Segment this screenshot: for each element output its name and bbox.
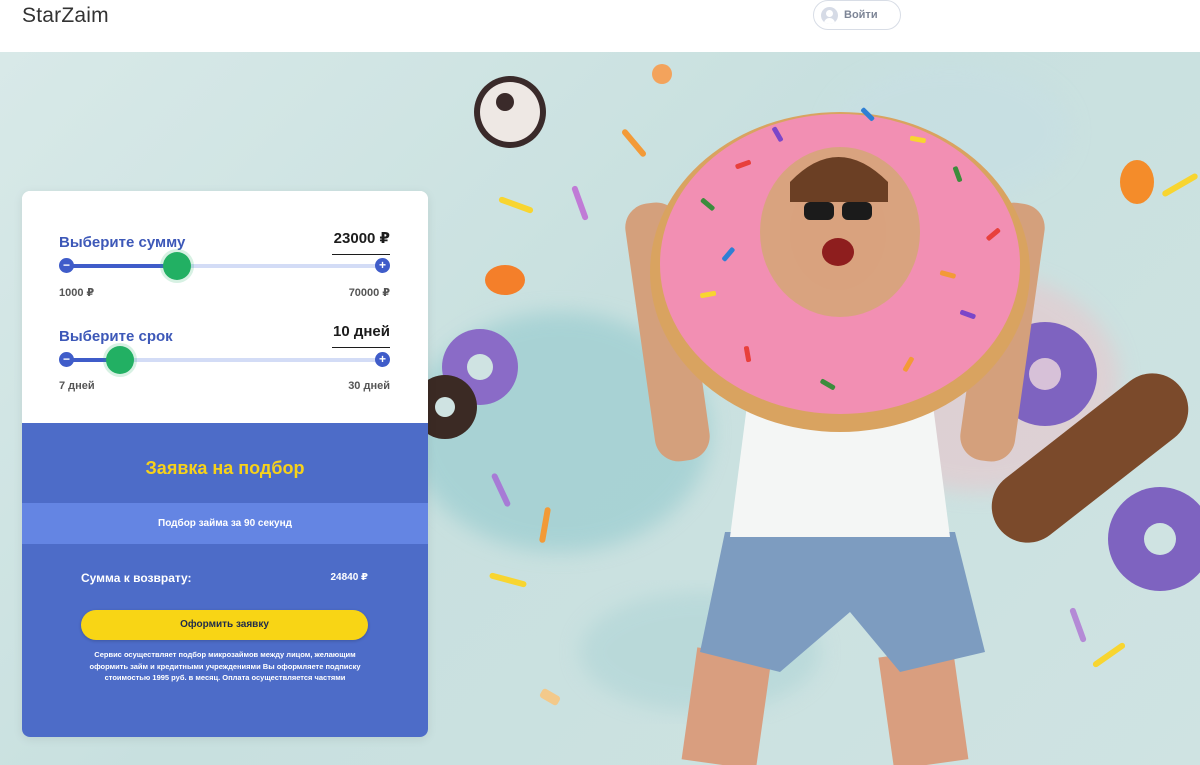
plus-icon: +: [378, 258, 386, 272]
term-value[interactable]: 10 дней: [332, 323, 390, 348]
login-label: Войти: [844, 9, 878, 21]
term-decrease-button[interactable]: −: [59, 352, 74, 367]
plus-icon: +: [378, 352, 386, 366]
sunglasses: [804, 202, 834, 220]
amount-label: Выберите сумму: [59, 234, 186, 251]
sprinkle: [1162, 173, 1198, 197]
application-title: Заявка на подбор: [145, 458, 305, 478]
sprinkle: [498, 196, 534, 214]
sunglasses: [842, 202, 872, 220]
login-button[interactable]: Войти: [813, 0, 901, 30]
sprinkle: [1069, 607, 1087, 643]
amount-min: 1000 ₽: [59, 287, 95, 299]
minus-icon: −: [62, 352, 70, 366]
loan-calculator-card: Выберите сумму 23000 ₽ − + 1000 ₽ 70000 …: [22, 191, 428, 737]
amount-track[interactable]: [66, 264, 383, 268]
user-icon: [821, 6, 838, 24]
calculator-sliders: Выберите сумму 23000 ₽ − + 1000 ₽ 70000 …: [22, 191, 428, 423]
amount-track-fill: [66, 264, 177, 268]
minus-icon: −: [62, 258, 70, 272]
gummy-bear: [652, 64, 672, 84]
amount-value[interactable]: 23000 ₽: [332, 229, 390, 255]
amount-increase-button[interactable]: +: [375, 258, 390, 273]
oreo-donut: [474, 76, 546, 148]
sprinkle: [539, 688, 561, 706]
submit-application-button[interactable]: Оформить заявку: [81, 610, 368, 640]
amount-max: 70000 ₽: [348, 287, 390, 299]
return-amount-value: 24840 ₽: [330, 572, 368, 583]
hero-banner: Выберите сумму 23000 ₽ − + 1000 ₽ 70000 …: [0, 52, 1200, 765]
amount-decrease-button[interactable]: −: [59, 258, 74, 273]
denim-shorts: [700, 532, 985, 672]
term-increase-button[interactable]: +: [375, 352, 390, 367]
open-mouth: [822, 238, 854, 266]
promo-strip: Подбор займа за 90 секунд: [22, 503, 428, 544]
gummy-bear: [485, 265, 525, 295]
term-min: 7 дней: [59, 380, 95, 392]
sprinkle: [1092, 642, 1126, 668]
term-max: 30 дней: [348, 380, 390, 392]
return-amount-label: Сумма к возврату:: [81, 571, 192, 585]
gummy-bear: [1120, 160, 1154, 204]
application-panel: Заявка на подбор Подбор займа за 90 секу…: [22, 423, 428, 737]
site-logo[interactable]: StarZaim: [22, 4, 109, 28]
donut-purple-bottom-right: [1108, 487, 1200, 591]
sprinkle: [489, 572, 527, 588]
amount-slider-thumb[interactable]: [162, 252, 191, 280]
disclaimer-text: Сервис осуществляет подбор микрозаймов м…: [89, 650, 361, 682]
sprinkle: [622, 129, 646, 157]
term-label: Выберите срок: [59, 328, 173, 345]
top-bar: StarZaim Войти: [0, 0, 1200, 52]
sprinkle: [571, 185, 589, 221]
term-slider-thumb[interactable]: [105, 346, 134, 374]
